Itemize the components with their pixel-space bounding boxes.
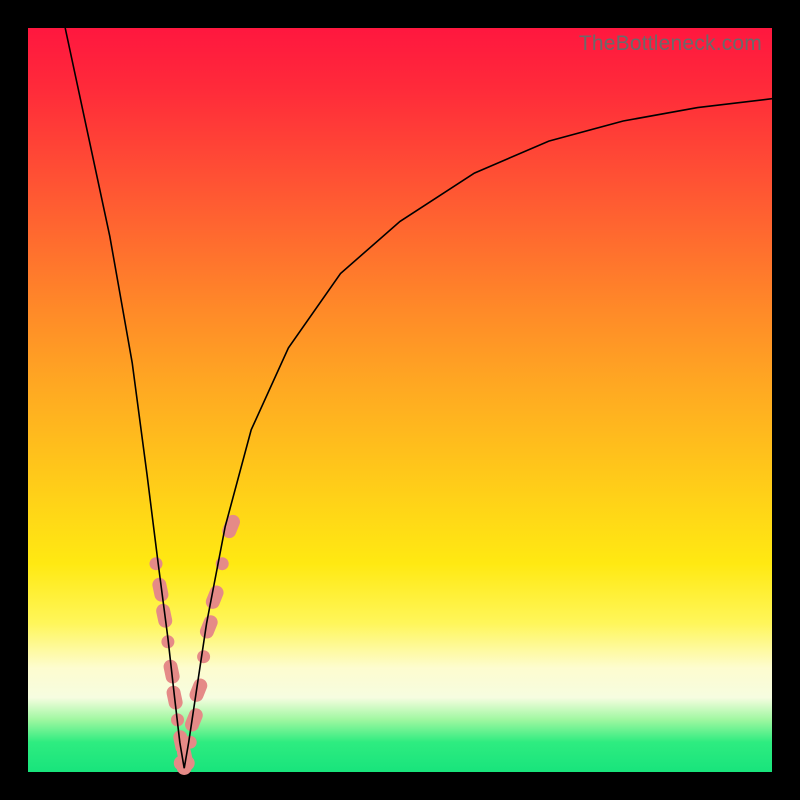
scatter-markers bbox=[150, 513, 243, 775]
chart-frame: TheBottleneck.com bbox=[0, 0, 800, 800]
bottleneck-curve bbox=[65, 28, 772, 768]
plot-area: TheBottleneck.com bbox=[28, 28, 772, 772]
curve-layer bbox=[28, 28, 772, 772]
